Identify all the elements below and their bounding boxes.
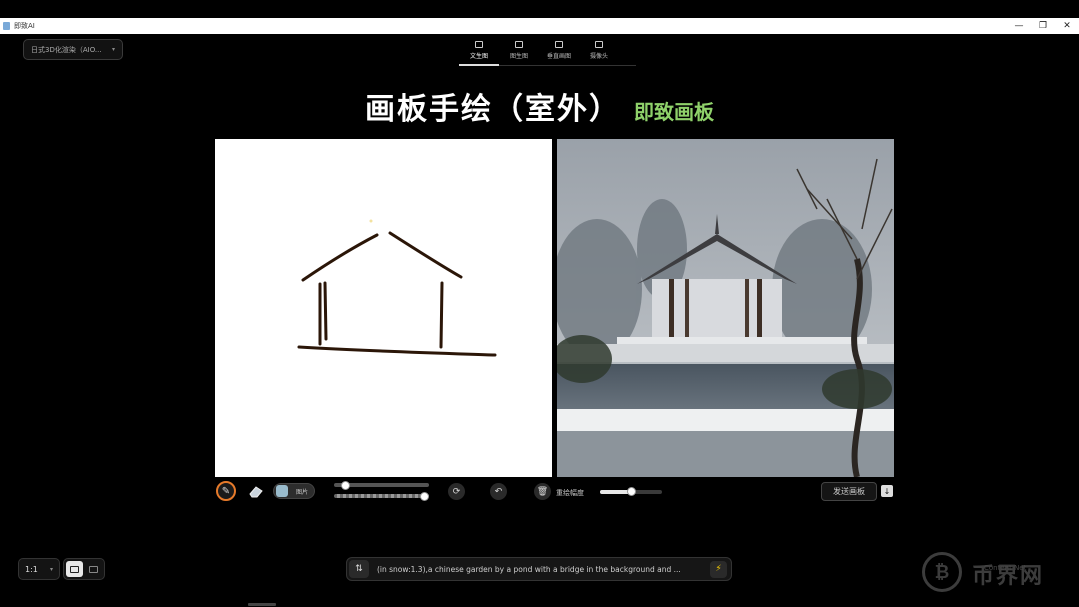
download-button[interactable]: ↓ <box>881 485 893 497</box>
brush-size-thumb[interactable] <box>341 481 351 490</box>
prompt-bar: ⇅ (in snow:1.3),a chinese garden by a po… <box>346 557 732 581</box>
redraw-strength-label: 重绘幅度 <box>556 489 584 497</box>
camera-icon <box>595 41 603 48</box>
canvas-toolbar: ✎ 图片 ⟳ ↶ 🗑 重绘幅度 发送画板 ↓ <box>215 480 894 502</box>
single-view-icon <box>89 565 98 573</box>
split-view-icon <box>70 565 79 573</box>
single-view-button[interactable] <box>85 561 102 577</box>
split-view-button[interactable] <box>66 561 83 577</box>
image-icon <box>276 485 288 497</box>
watermark-text: 币界网 <box>972 564 1045 589</box>
brush-tool-button[interactable]: ✎ <box>216 481 236 501</box>
watermark: ₿ 币界网 Content Net <box>920 550 1070 594</box>
tab-vertical-draw[interactable]: 垂直画图 <box>539 36 579 65</box>
redraw-strength-thumb[interactable] <box>627 487 636 496</box>
lightning-icon: ⚡ <box>715 564 722 574</box>
image-upload-button[interactable]: 图片 <box>273 483 315 499</box>
chevron-down-icon: ▾ <box>111 46 115 53</box>
prompt-input[interactable]: (in snow:1.3),a chinese garden by a pond… <box>377 565 697 574</box>
chevron-down-icon: ▾ <box>49 565 53 573</box>
refresh-icon: ⟳ <box>452 486 461 497</box>
view-mode-toggle <box>63 558 105 580</box>
app-icon <box>3 22 10 30</box>
close-button[interactable]: ✕ <box>1055 18 1079 34</box>
tab-image-to-image[interactable]: 图生图 <box>499 36 539 65</box>
watermark-logo-icon: ₿ <box>922 552 962 592</box>
minimize-button[interactable]: — <box>1007 18 1031 34</box>
sketch-drawing <box>297 219 497 357</box>
clear-canvas-button[interactable]: 🗑 <box>534 483 551 500</box>
tab-label: 文生图 <box>469 53 488 60</box>
tab-label: 图生图 <box>509 53 528 60</box>
page-title-accent: 即致画板 <box>634 100 715 124</box>
model-selector[interactable]: 日式3D化渲染（AIO... ▾ <box>23 39 123 60</box>
mode-tabs: 文生图 图生图 垂直画图 摄像头 <box>459 36 636 66</box>
brush-icon: ✎ <box>221 485 231 497</box>
brush-opacity-slider[interactable] <box>334 494 429 498</box>
aspect-ratio-value: 1:1 <box>25 564 38 574</box>
reset-button[interactable]: ⟳ <box>448 483 465 500</box>
generated-image <box>557 139 894 477</box>
sliders-icon: ⇅ <box>355 564 363 574</box>
undo-button[interactable]: ↶ <box>490 483 507 500</box>
page-heading: 画板手绘（室外） 即致画板 <box>0 84 1079 128</box>
model-selector-value: 日式3D化渲染（AIO... <box>31 45 102 54</box>
tab-label: 垂直画图 <box>546 53 571 60</box>
send-to-canvas-button[interactable]: 发送画板 <box>821 482 877 501</box>
image-to-image-icon <box>515 41 523 48</box>
eraser-icon <box>249 486 263 498</box>
drawing-canvas[interactable] <box>215 139 552 477</box>
page-title: 画板手绘（室外） <box>364 92 621 127</box>
watermark-subtext: Content Net <box>984 564 1027 572</box>
image-upload-label: 图片 <box>295 488 308 496</box>
tab-label: 摄像头 <box>589 53 608 60</box>
tab-text-to-image[interactable]: 文生图 <box>459 36 499 66</box>
maximize-button[interactable]: ❐ <box>1031 18 1055 34</box>
download-icon: ↓ <box>883 486 891 496</box>
vertical-draw-icon <box>555 41 563 48</box>
undo-icon: ↶ <box>494 486 503 497</box>
trash-icon: 🗑 <box>536 486 549 497</box>
window-title: 即致AI <box>14 22 35 30</box>
horizontal-scrollbar[interactable] <box>248 603 276 606</box>
tab-camera[interactable]: 摄像头 <box>579 36 619 65</box>
window-title-bar: 即致AI — ❐ ✕ <box>0 18 1079 34</box>
generate-button[interactable]: ⚡ <box>710 560 727 578</box>
prompt-settings-button[interactable]: ⇅ <box>349 560 369 578</box>
text-to-image-icon <box>475 41 483 48</box>
eraser-tool-button[interactable] <box>246 481 266 501</box>
aspect-ratio-select[interactable]: 1:1 ▾ <box>18 558 60 580</box>
brush-opacity-thumb[interactable] <box>420 492 430 501</box>
